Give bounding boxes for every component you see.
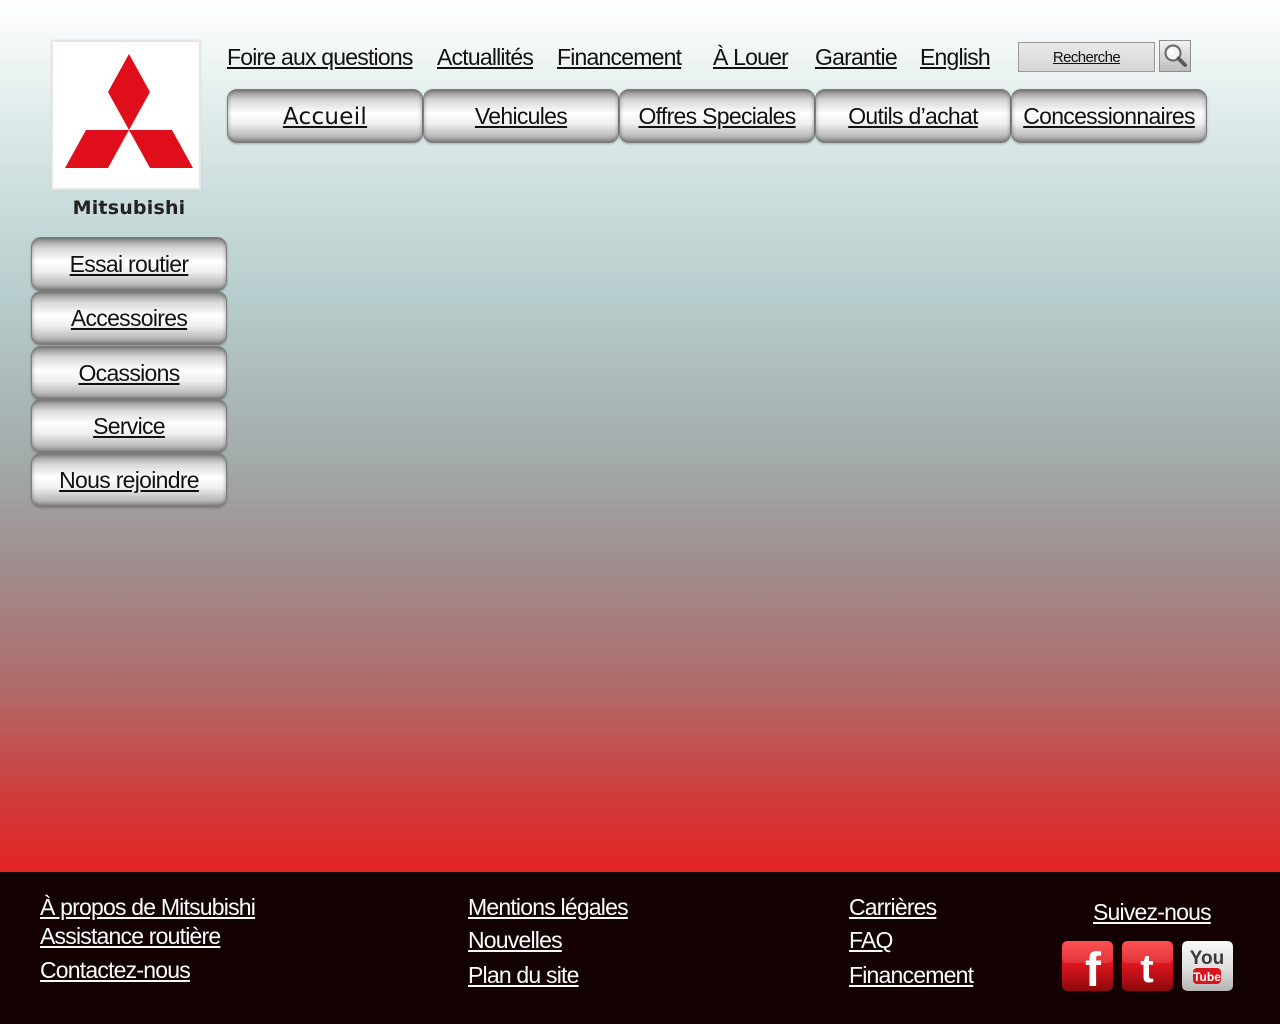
search-button[interactable]: [1159, 40, 1191, 72]
top-link-news[interactable]: Actuallités: [437, 44, 534, 71]
youtube-text-bottom: Tube: [1193, 970, 1221, 984]
footer-link-roadside[interactable]: Assistance routière: [40, 923, 221, 950]
footer-link-contact[interactable]: Contactez-nous: [40, 957, 191, 984]
side-nav-service-label: Service: [93, 413, 165, 439]
page-background: Mitsubishi Foire aux questions Actuallit…: [0, 0, 1280, 1024]
side-nav-accessoires-label: Accessoires: [70, 305, 188, 331]
footer-follow-us[interactable]: Suivez-nous: [1093, 899, 1212, 926]
nav-vehicules[interactable]: Vehicules: [423, 89, 619, 143]
facebook-letter: f: [1085, 944, 1102, 991]
top-link-rent[interactable]: À Louer: [713, 44, 789, 71]
twitter-icon: t: [1122, 941, 1173, 991]
footer-link-about[interactable]: À propos de Mitsubishi: [40, 894, 256, 921]
youtube-text-top: You: [1190, 948, 1224, 969]
side-nav-accessoires[interactable]: Accessoires: [31, 291, 227, 345]
side-nav-ocassions[interactable]: Ocassions: [31, 346, 227, 400]
facebook-button[interactable]: f: [1062, 941, 1113, 991]
footer-link-news[interactable]: Nouvelles: [468, 927, 563, 954]
magnifier-icon: [1164, 44, 1187, 67]
brand-logo[interactable]: [51, 40, 201, 190]
side-nav-service[interactable]: Service: [31, 399, 227, 453]
top-link-financing[interactable]: Financement: [557, 44, 682, 71]
nav-offres-speciales-label: Offres Speciales: [638, 103, 796, 129]
nav-vehicules-label: Vehicules: [474, 103, 568, 129]
mitsubishi-diamonds-icon: [65, 54, 193, 168]
search-input[interactable]: [1018, 42, 1155, 72]
nav-accueil-label: Accueil: [282, 104, 368, 130]
top-link-english[interactable]: English: [920, 44, 991, 71]
top-link-warranty[interactable]: Garantie: [815, 44, 898, 71]
footer-link-faq[interactable]: FAQ: [849, 927, 893, 954]
twitter-letter: t: [1140, 947, 1153, 991]
footer-link-careers[interactable]: Carrières: [849, 894, 937, 921]
side-nav-nous-rejoindre-label: Nous rejoindre: [59, 467, 199, 493]
nav-concessionnaires[interactable]: Concessionnaires: [1011, 89, 1207, 143]
side-nav-ocassions-label: Ocassions: [78, 360, 180, 386]
nav-outils-achat[interactable]: Outils d’achat: [815, 89, 1011, 143]
side-nav-nous-rejoindre[interactable]: Nous rejoindre: [31, 453, 227, 507]
side-nav-essai-routier-label: Essai routier: [69, 251, 189, 277]
nav-outils-achat-label: Outils d’achat: [848, 103, 978, 129]
footer-link-financing[interactable]: Financement: [849, 962, 974, 989]
nav-offres-speciales[interactable]: Offres Speciales: [619, 89, 815, 143]
footer-link-legal[interactable]: Mentions légales: [468, 894, 629, 921]
twitter-button[interactable]: t: [1122, 941, 1173, 991]
nav-accueil[interactable]: Accueil: [227, 89, 423, 143]
top-link-faq[interactable]: Foire aux questions: [227, 44, 413, 71]
footer-link-sitemap[interactable]: Plan du site: [468, 962, 579, 989]
youtube-button[interactable]: You Tube: [1182, 941, 1233, 991]
side-nav-essai-routier[interactable]: Essai routier: [31, 237, 227, 291]
facebook-icon: f: [1062, 941, 1113, 991]
nav-concessionnaires-label: Concessionnaires: [1023, 103, 1195, 129]
brand-name: Mitsubishi: [72, 197, 186, 219]
youtube-icon: You Tube: [1182, 941, 1233, 991]
